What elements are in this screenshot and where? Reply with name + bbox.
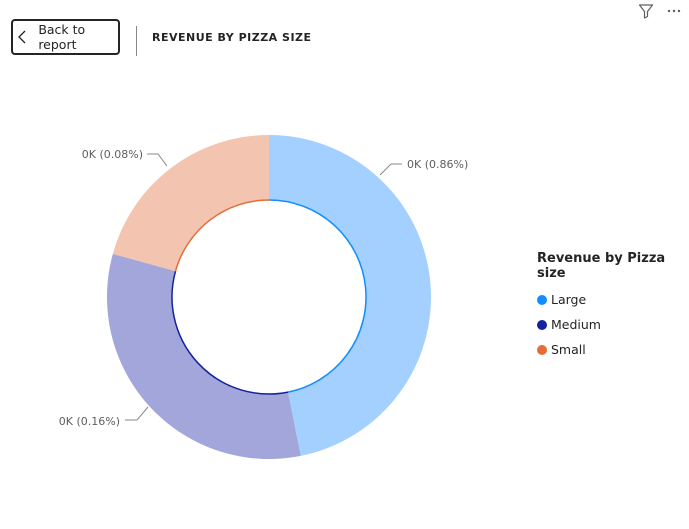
leader-line-large (379, 163, 402, 176)
legend-dot-small (537, 344, 547, 355)
leader-line-small (147, 153, 168, 167)
legend-dot-large (537, 294, 547, 305)
leader-line-medium (125, 406, 149, 421)
legend-item-small[interactable]: Small (537, 337, 689, 362)
slice-medium[interactable] (107, 253, 301, 460)
data-label-small: 0K (0.08%) (82, 148, 143, 161)
legend-label-medium: Medium (551, 317, 601, 332)
data-label-medium: 0K (0.16%) (59, 415, 120, 428)
legend: Revenue by Pizza size Large Medium Small (537, 251, 689, 362)
legend-title: Revenue by Pizza size (537, 251, 666, 281)
slice-large[interactable] (269, 135, 432, 456)
data-label-large: 0K (0.86%) (407, 158, 468, 171)
legend-item-large[interactable]: Large (537, 287, 689, 312)
legend-label-small: Small (551, 342, 586, 357)
legend-label-large: Large (551, 292, 587, 307)
legend-dot-medium (537, 319, 547, 330)
legend-item-medium[interactable]: Medium (537, 312, 689, 337)
